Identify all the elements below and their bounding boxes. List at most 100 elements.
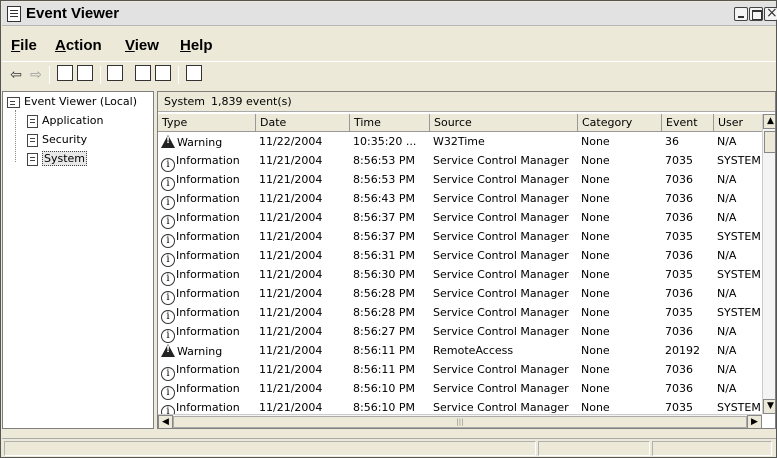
- information-icon: i: [161, 234, 175, 248]
- col-time-cell: 8:56:30 PM: [353, 268, 416, 281]
- minimize-button[interactable]: [734, 7, 748, 21]
- col-time-header[interactable]: Time: [350, 114, 430, 132]
- col-category-cell: None: [581, 135, 610, 148]
- event-row[interactable]: i Information 11/21/2004 8:56:10 PM Service …: [158, 380, 764, 400]
- horizontal-scrollbar[interactable]: ◀ ||| ▶: [158, 414, 762, 428]
- event-type-label: Information: [176, 154, 240, 167]
- col-type-header[interactable]: Type: [158, 114, 256, 132]
- col-type-cell: i Information: [161, 192, 255, 210]
- col-user-cell: SYSTEM: [717, 268, 761, 281]
- scroll-thumb-horizontal[interactable]: |||: [173, 416, 747, 428]
- pane-header: System 1,839 event(s): [158, 92, 775, 112]
- log-icon: [27, 114, 38, 128]
- event-row[interactable]: i Information 11/21/2004 8:56:28 PM Service …: [158, 304, 764, 324]
- information-icon: i: [161, 291, 175, 305]
- tree-item-root[interactable]: Event Viewer (Local): [7, 95, 137, 108]
- col-category-cell: None: [581, 211, 610, 224]
- menu-view[interactable]: View: [125, 37, 159, 54]
- col-event-cell: 7036: [665, 249, 693, 262]
- col-time-cell: 8:56:28 PM: [353, 306, 416, 319]
- col-type-cell: i Information: [161, 230, 255, 248]
- warning-icon: [161, 135, 175, 148]
- show-hide-tree-icon[interactable]: [77, 65, 93, 81]
- tree-item-security[interactable]: Security: [27, 133, 87, 147]
- tree-item-label: System: [42, 151, 88, 166]
- col-time-cell: 8:56:10 PM: [353, 401, 416, 414]
- information-icon: i: [161, 177, 175, 191]
- col-user-cell: SYSTEM: [717, 306, 761, 319]
- col-date-cell: 11/21/2004: [259, 382, 323, 395]
- col-date-cell: 11/21/2004: [259, 363, 323, 376]
- scroll-left-button[interactable]: ◀: [158, 415, 173, 428]
- col-event-header[interactable]: Event: [662, 114, 714, 132]
- event-type-label: Warning: [177, 136, 223, 149]
- event-type-label: Information: [176, 287, 240, 300]
- toolbar-separator: [49, 66, 50, 84]
- event-row[interactable]: Warning 11/22/2004 10:35:20 ... W32Time None…: [158, 133, 764, 152]
- event-row[interactable]: i Information 11/21/2004 8:56:11 PM Service …: [158, 361, 764, 381]
- event-row[interactable]: i Information 11/21/2004 8:56:53 PM Service …: [158, 152, 764, 172]
- title-bar[interactable]: Event Viewer: [2, 2, 777, 26]
- col-time-cell: 8:56:53 PM: [353, 154, 416, 167]
- event-row[interactable]: i Information 11/21/2004 8:56:30 PM Service …: [158, 266, 764, 286]
- col-event-cell: 7036: [665, 173, 693, 186]
- vertical-scrollbar[interactable]: ▲ ▼: [762, 114, 775, 414]
- status-segment: [4, 441, 536, 456]
- export-list-icon[interactable]: [155, 65, 171, 81]
- col-type-cell: i Information: [161, 154, 255, 172]
- event-row[interactable]: i Information 11/21/2004 8:56:37 PM Service …: [158, 209, 764, 229]
- up-one-level-icon[interactable]: [57, 65, 73, 81]
- close-button[interactable]: [764, 5, 777, 21]
- event-row[interactable]: i Information 11/21/2004 8:56:31 PM Service …: [158, 247, 764, 267]
- information-icon: i: [161, 329, 175, 343]
- col-time-cell: 8:56:27 PM: [353, 325, 416, 338]
- event-row[interactable]: i Information 11/21/2004 8:56:37 PM Service …: [158, 228, 764, 248]
- col-type-cell: i Information: [161, 268, 255, 286]
- col-event-cell: 7036: [665, 363, 693, 376]
- col-event-cell: 7036: [665, 192, 693, 205]
- event-row[interactable]: i Information 11/21/2004 8:56:53 PM Service …: [158, 171, 764, 191]
- col-event-cell: 7036: [665, 325, 693, 338]
- menu-help[interactable]: Help: [180, 37, 213, 54]
- information-icon: i: [161, 386, 175, 400]
- col-type-cell: i Information: [161, 306, 255, 324]
- tree-item-system[interactable]: System: [27, 151, 88, 166]
- maximize-button[interactable]: [749, 7, 763, 21]
- forward-arrow-icon[interactable]: ⇨: [27, 66, 45, 84]
- event-row[interactable]: Warning 11/21/2004 8:56:11 PM RemoteAccess N…: [158, 342, 764, 361]
- tree-item-label: Event Viewer (Local): [24, 95, 137, 108]
- col-user-cell: SYSTEM: [717, 154, 761, 167]
- col-user-cell: N/A: [717, 382, 737, 395]
- event-row[interactable]: i Information 11/21/2004 8:56:27 PM Service …: [158, 323, 764, 343]
- event-row[interactable]: i Information 11/21/2004 8:56:28 PM Service …: [158, 285, 764, 305]
- refresh-icon[interactable]: [135, 65, 151, 81]
- col-date-header[interactable]: Date: [256, 114, 350, 132]
- event-type-label: Information: [176, 401, 240, 414]
- col-event-cell: 20192: [665, 344, 700, 357]
- back-arrow-icon[interactable]: ⇦: [7, 66, 25, 84]
- tree-item-application[interactable]: Application: [27, 114, 103, 128]
- information-icon: i: [161, 158, 175, 172]
- col-time-cell: 8:56:10 PM: [353, 382, 416, 395]
- col-time-cell: 8:56:37 PM: [353, 211, 416, 224]
- help-icon[interactable]: [186, 65, 202, 81]
- col-user-cell: N/A: [717, 287, 737, 300]
- scroll-down-button[interactable]: ▼: [763, 399, 775, 414]
- col-user-header[interactable]: User: [714, 114, 764, 132]
- col-source-cell: Service Control Manager: [433, 268, 569, 281]
- tree-item-label: Security: [42, 133, 88, 146]
- col-user-cell: SYSTEM: [717, 401, 761, 414]
- menu-action[interactable]: Action: [55, 37, 102, 54]
- col-source-header[interactable]: Source: [430, 114, 578, 132]
- col-event-cell: 7035: [665, 230, 693, 243]
- scroll-up-button[interactable]: ▲: [763, 114, 775, 129]
- col-date-cell: 11/21/2004: [259, 249, 323, 262]
- menu-file[interactable]: File: [11, 37, 37, 54]
- properties-icon[interactable]: [107, 65, 123, 81]
- scroll-thumb[interactable]: [764, 131, 775, 153]
- scroll-right-button[interactable]: ▶: [747, 415, 762, 428]
- event-row[interactable]: i Information 11/21/2004 8:56:43 PM Service …: [158, 190, 764, 210]
- information-icon: i: [161, 253, 175, 267]
- col-category-header[interactable]: Category: [578, 114, 662, 132]
- col-time-cell: 8:56:11 PM: [353, 363, 416, 376]
